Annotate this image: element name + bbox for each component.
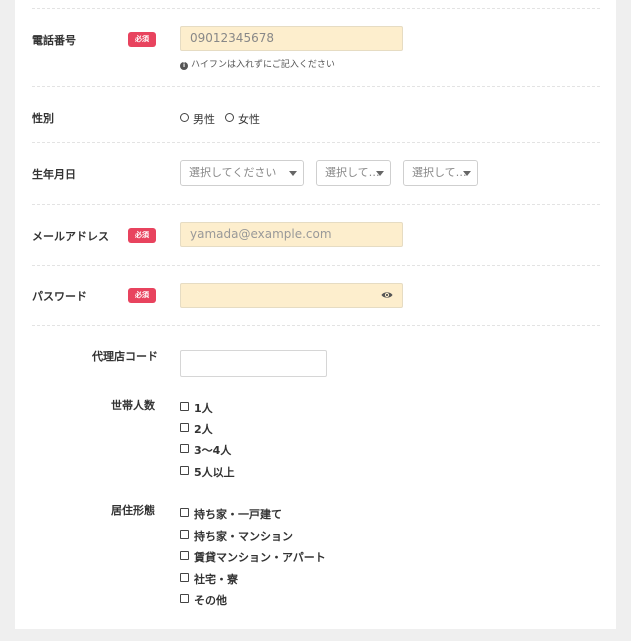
divider <box>32 86 600 87</box>
checkbox[interactable] <box>180 594 189 603</box>
checkbox[interactable] <box>180 508 189 517</box>
checkbox-label: 2人 <box>194 423 213 436</box>
divider <box>32 325 600 326</box>
household-option-3[interactable]: 3〜4人 <box>180 442 231 458</box>
divider <box>32 8 600 9</box>
checkbox-label: 3〜4人 <box>194 444 232 457</box>
household-option-4[interactable]: 5人以上 <box>180 464 235 480</box>
email-input[interactable]: yamada@example.com <box>180 222 403 247</box>
checkbox[interactable] <box>180 530 189 539</box>
birth-day-value: 選択して… <box>412 166 467 179</box>
radio-circle[interactable] <box>225 113 234 122</box>
radio-circle[interactable] <box>180 113 189 122</box>
agency-code-label: 代理店コード <box>92 350 158 363</box>
password-input[interactable] <box>180 283 403 308</box>
residence-option-5[interactable]: その他 <box>180 592 227 608</box>
checkbox[interactable] <box>180 466 189 475</box>
checkbox-label: 持ち家・マンション <box>194 530 293 543</box>
phone-input[interactable]: 09012345678 <box>180 26 403 51</box>
checkbox-label: その他 <box>194 594 227 607</box>
residence-option-2[interactable]: 持ち家・マンション <box>180 528 293 544</box>
phone-hint: i ハイフンは入れずにご記入ください <box>180 57 335 70</box>
divider <box>32 204 600 205</box>
residence-option-3[interactable]: 賃貸マンション・アパート <box>180 549 326 565</box>
birth-month-value: 選択して… <box>325 166 380 179</box>
checkbox-label: 賃貸マンション・アパート <box>194 551 326 564</box>
email-label: メールアドレス <box>32 230 109 243</box>
eye-icon[interactable] <box>381 290 393 300</box>
required-badge: 必須 <box>128 288 156 303</box>
chevron-down-icon <box>289 171 297 176</box>
birth-month-select[interactable]: 選択して… <box>316 160 391 186</box>
checkbox[interactable] <box>180 444 189 453</box>
residence-option-4[interactable]: 社宅・寮 <box>180 571 238 587</box>
checkbox[interactable] <box>180 551 189 560</box>
residence-label: 居住形態 <box>111 504 155 517</box>
household-option-2[interactable]: 2人 <box>180 421 213 437</box>
household-label: 世帯人数 <box>111 399 155 412</box>
checkbox-label: 5人以上 <box>194 466 235 479</box>
birth-day-select[interactable]: 選択して… <box>403 160 478 186</box>
radio-label: 男性 <box>193 113 215 126</box>
gender-label: 性別 <box>32 112 54 125</box>
chevron-down-icon <box>463 171 471 176</box>
gender-radio-female[interactable]: 女性 <box>225 111 260 127</box>
checkbox[interactable] <box>180 573 189 582</box>
birth-year-value: 選択してください <box>189 166 277 179</box>
residence-option-1[interactable]: 持ち家・一戸建て <box>180 506 282 522</box>
divider <box>32 265 600 266</box>
phone-hint-text: ハイフンは入れずにご記入ください <box>191 60 335 70</box>
phone-label: 電話番号 <box>32 34 76 47</box>
birth-year-select[interactable]: 選択してください <box>180 160 304 186</box>
required-badge: 必須 <box>128 228 156 243</box>
password-label: パスワード <box>32 290 87 303</box>
required-badge: 必須 <box>128 32 156 47</box>
agency-code-input[interactable] <box>180 350 327 377</box>
radio-label: 女性 <box>238 113 260 126</box>
gender-radio-male[interactable]: 男性 <box>180 111 215 127</box>
checkbox[interactable] <box>180 402 189 411</box>
checkbox-label: 1人 <box>194 402 213 415</box>
checkbox[interactable] <box>180 423 189 432</box>
chevron-down-icon <box>376 171 384 176</box>
birthdate-label: 生年月日 <box>32 168 76 181</box>
checkbox-label: 社宅・寮 <box>194 573 238 586</box>
divider <box>32 142 600 143</box>
info-icon: i <box>180 62 188 70</box>
form-card <box>15 0 616 629</box>
checkbox-label: 持ち家・一戸建て <box>194 508 282 521</box>
household-option-1[interactable]: 1人 <box>180 400 213 416</box>
